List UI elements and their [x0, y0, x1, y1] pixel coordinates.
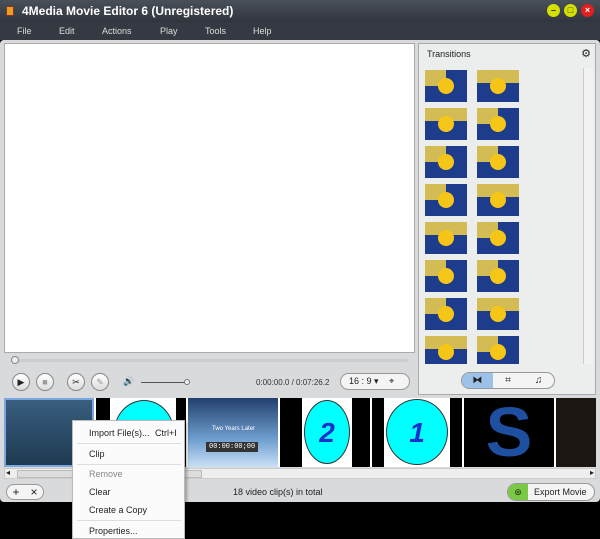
transition-thumbnail[interactable] — [477, 298, 519, 330]
play-button[interactable]: ▶ — [12, 373, 30, 391]
transition-thumbnail[interactable] — [425, 184, 467, 216]
context-menu: Import File(s)... Ctrl+I Clip Remove Clea… — [72, 420, 185, 539]
transitions-grid — [425, 70, 585, 364]
tab-transitions[interactable]: ⧓ — [462, 373, 493, 388]
tab-crop[interactable]: ⌗ — [493, 373, 524, 388]
menu-play[interactable]: Play — [160, 26, 178, 36]
menu-item-import[interactable]: Import File(s)... Ctrl+I — [89, 428, 177, 438]
maximize-icon[interactable]: □ — [564, 4, 577, 17]
scroll-right-icon[interactable]: ▸ — [590, 468, 594, 477]
transition-thumbnail[interactable] — [425, 108, 467, 140]
film-icon: ⊛ — [508, 484, 528, 500]
transitions-panel: Transitions ⚙ ⧓ ⌗ ♫ — [418, 43, 596, 395]
transition-thumbnail[interactable] — [477, 70, 519, 102]
snapshot-icon[interactable]: ⌖ — [389, 376, 394, 386]
menu-item-clear[interactable]: Clear — [89, 487, 111, 497]
transition-thumbnail[interactable] — [477, 336, 519, 364]
menu-bar: File Edit Actions Play Tools Help — [0, 22, 600, 40]
clip-timecode: 00:00:00;00 — [206, 442, 259, 452]
scroll-left-icon[interactable]: ◂ — [6, 468, 10, 477]
transition-thumbnail[interactable] — [477, 108, 519, 140]
clock-number: 1 — [386, 399, 448, 465]
transition-thumbnail[interactable] — [425, 298, 467, 330]
minimize-icon[interactable]: – — [547, 4, 560, 17]
clip-text: Two Years Later — [212, 426, 256, 432]
menu-file[interactable]: File — [17, 26, 32, 36]
edit-button[interactable]: ✎ — [91, 373, 109, 391]
clip-buttons: + × — [6, 484, 44, 500]
stop-button[interactable]: ■ — [36, 373, 54, 391]
timeline-clip[interactable]: S — [464, 398, 554, 467]
seek-bar[interactable] — [11, 356, 408, 364]
menu-tools[interactable]: Tools — [205, 26, 226, 36]
timeline-clip[interactable]: 1 — [372, 398, 462, 467]
transition-thumbnail[interactable] — [477, 184, 519, 216]
title-bar: 4Media Movie Editor 6 (Unregistered) – □… — [0, 0, 600, 22]
transition-thumbnail[interactable] — [425, 260, 467, 292]
aspect-ratio-select[interactable]: 16 : 9 ▾ ⌖ — [340, 373, 410, 390]
menu-actions[interactable]: Actions — [102, 26, 132, 36]
aspect-ratio-value: 16 : 9 — [349, 376, 372, 386]
menu-item-properties[interactable]: Properties... — [89, 526, 138, 536]
vertical-scrollbar[interactable] — [583, 68, 593, 364]
transition-thumbnail[interactable] — [477, 146, 519, 178]
app-icon — [6, 6, 14, 16]
window-title: 4Media Movie Editor 6 (Unregistered) — [22, 4, 234, 18]
transition-thumbnail[interactable] — [425, 146, 467, 178]
import-shortcut: Ctrl+I — [155, 428, 177, 438]
transition-thumbnail[interactable] — [477, 260, 519, 292]
volume-icon[interactable]: 🔊 — [123, 376, 134, 387]
timeline-clip[interactable]: 2 — [280, 398, 370, 467]
export-label: Export Movie — [534, 487, 587, 497]
gear-icon[interactable]: ⚙ — [581, 47, 591, 60]
transition-thumbnail[interactable] — [425, 70, 467, 102]
seek-knob[interactable] — [11, 356, 19, 364]
menu-item-create-copy[interactable]: Create a Copy — [89, 505, 147, 515]
clock-number: 2 — [304, 400, 350, 464]
export-movie-button[interactable]: ⊛ Export Movie — [507, 483, 595, 501]
menu-edit[interactable]: Edit — [59, 26, 75, 36]
transition-thumbnail[interactable] — [425, 222, 467, 254]
panel-tabs: ⧓ ⌗ ♫ — [461, 372, 555, 389]
transition-thumbnail[interactable] — [477, 222, 519, 254]
timeline-clip[interactable]: Two Years Later 00:00:00;00 — [188, 398, 278, 467]
preview-area — [4, 43, 415, 353]
volume-knob[interactable] — [184, 379, 190, 385]
volume-slider[interactable] — [141, 379, 190, 385]
time-readout: 0:00:00.0 / 0:07:26.2 — [256, 378, 330, 387]
close-icon[interactable]: × — [581, 4, 594, 17]
transition-thumbnail[interactable] — [425, 336, 467, 364]
remove-clip-button[interactable]: × — [25, 485, 43, 499]
add-clip-button[interactable]: + — [7, 485, 25, 499]
menu-item-clip[interactable]: Clip — [89, 449, 105, 459]
split-button[interactable]: ✂ — [67, 373, 85, 391]
timeline-clip[interactable] — [556, 398, 596, 467]
tab-music[interactable]: ♫ — [523, 373, 554, 388]
clip-count: 18 video clip(s) in total — [233, 487, 323, 497]
menu-help[interactable]: Help — [253, 26, 272, 36]
menu-item-remove[interactable]: Remove — [89, 469, 123, 479]
transitions-label: Transitions — [427, 49, 471, 59]
